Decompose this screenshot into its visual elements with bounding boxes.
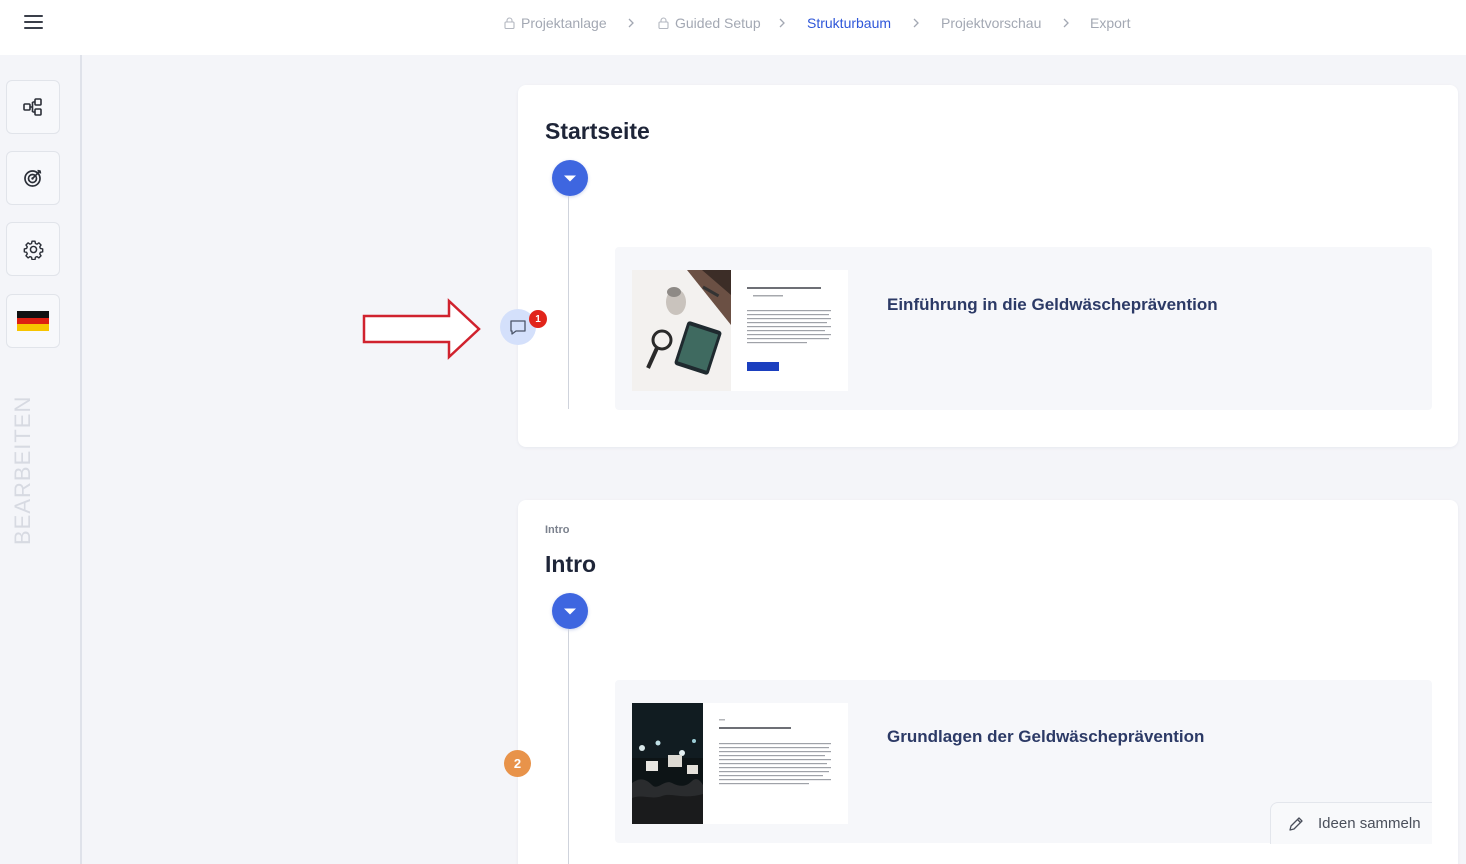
thumbnail-preview-text — [703, 703, 848, 824]
breadcrumb-label: Export — [1090, 15, 1131, 31]
ideen-sammeln-button[interactable]: Ideen sammeln — [1270, 802, 1432, 844]
chevron-right-icon — [1063, 18, 1069, 28]
german-flag-icon — [17, 311, 49, 331]
thumbnail-preview-text — [731, 270, 848, 391]
thumbnail-photo — [632, 703, 703, 824]
chevron-down-icon — [564, 608, 576, 614]
section-title: Intro — [545, 551, 597, 577]
target-icon — [24, 169, 42, 187]
tree-connector — [568, 196, 569, 409]
structure-button[interactable] — [6, 80, 60, 134]
settings-button[interactable] — [6, 222, 60, 276]
breadcrumb-label: Projektanlage — [521, 15, 607, 31]
goals-button[interactable] — [6, 151, 60, 205]
annotation-arrow-icon — [362, 298, 481, 360]
breadcrumb-projektanlage[interactable]: Projektanlage — [504, 13, 607, 33]
breadcrumb-label: Guided Setup — [675, 15, 761, 31]
chevron-right-icon — [913, 18, 919, 28]
top-bar: Projektanlage Guided Setup Strukturbaum … — [0, 0, 1466, 55]
sitemap-icon — [23, 98, 42, 116]
collapse-toggle-button[interactable] — [552, 160, 588, 196]
sidebar-mode-label: BEARBEITEN — [10, 395, 35, 545]
step-number-badge[interactable]: 2 — [504, 750, 531, 777]
breadcrumb-strukturbaum[interactable]: Strukturbaum — [807, 13, 891, 33]
left-sidebar: BEARBEITEN — [0, 55, 82, 864]
thumbnail-photo — [632, 270, 731, 391]
page-item[interactable]: Einführung in die Geldwäscheprävention — [615, 247, 1432, 410]
tree-connector — [568, 629, 569, 864]
chevron-right-icon — [628, 18, 634, 28]
section-title: Startseite — [545, 118, 650, 144]
breadcrumb-label: Projektvorschau — [941, 15, 1042, 31]
breadcrumb-export[interactable]: Export — [1090, 13, 1130, 33]
pencil-icon — [1289, 816, 1303, 831]
collapse-toggle-button[interactable] — [552, 593, 588, 629]
breadcrumb-label: Strukturbaum — [807, 15, 892, 31]
lock-icon — [658, 17, 669, 29]
section-kicker: Intro — [545, 524, 570, 536]
page-title: Grundlagen der Geldwäscheprävention — [887, 727, 1205, 746]
page-thumbnail — [632, 270, 848, 391]
page-thumbnail — [632, 703, 848, 824]
comment-count-badge: 1 — [529, 310, 547, 328]
gear-icon — [23, 239, 43, 260]
lock-icon — [504, 17, 515, 29]
section-card-startseite: Startseite Einführung in die Geldwäschep… — [518, 85, 1458, 447]
comment-icon — [510, 319, 526, 335]
ideas-button-label: Ideen sammeln — [1318, 815, 1421, 832]
breadcrumb-projektvorschau[interactable]: Projektvorschau — [941, 13, 1041, 33]
language-button[interactable] — [6, 294, 60, 348]
chevron-right-icon — [779, 18, 785, 28]
breadcrumb-guided-setup[interactable]: Guided Setup — [658, 13, 761, 33]
chevron-down-icon — [564, 175, 576, 181]
page-title: Einführung in die Geldwäscheprävention — [887, 295, 1218, 314]
breadcrumb: Projektanlage Guided Setup Strukturbaum … — [0, 13, 1466, 33]
